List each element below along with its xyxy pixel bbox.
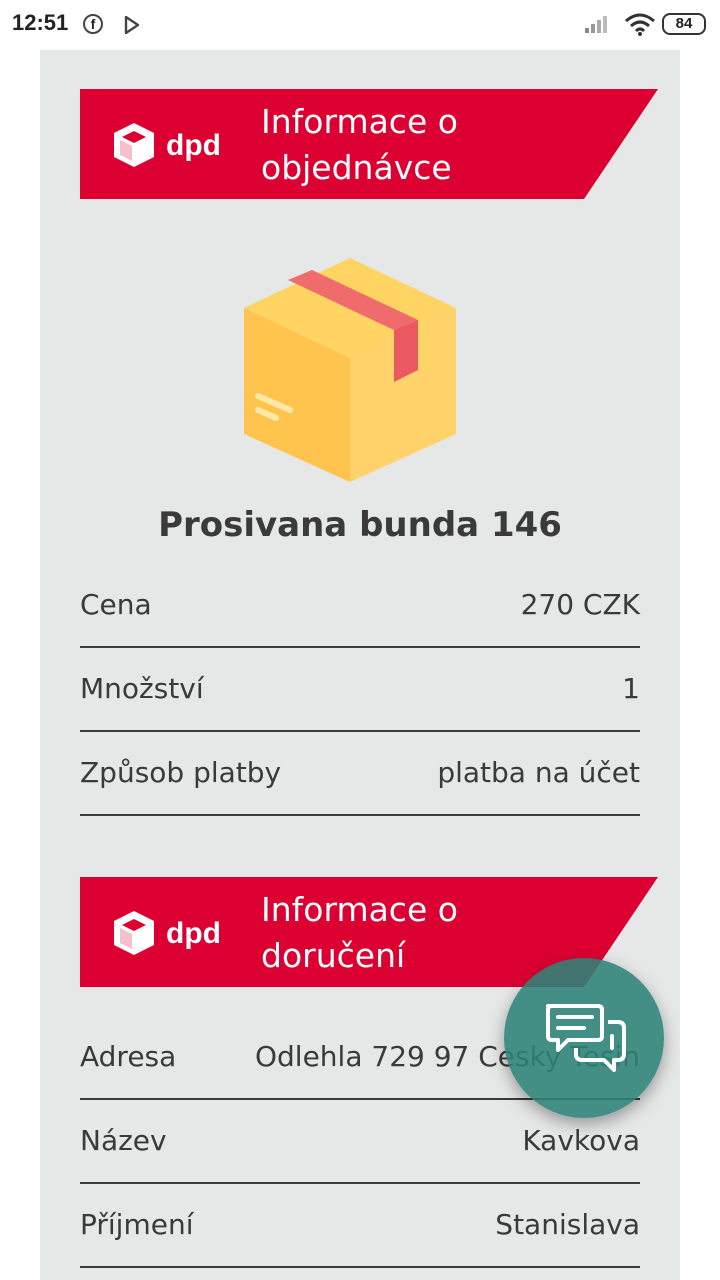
info-row-quantity: Množství 1 (80, 650, 640, 732)
dpd-logo-icon: dpd (114, 911, 221, 955)
row-value: platba na účet (437, 756, 640, 789)
chat-fab-button[interactable] (504, 958, 664, 1118)
wifi-icon (624, 13, 656, 41)
delivery-info-title: Informace o doručení (261, 890, 458, 975)
status-time: 12:51 (12, 10, 69, 35)
row-value: 1 (622, 672, 640, 705)
package-box-icon (244, 258, 456, 482)
signal-icon (584, 14, 612, 38)
row-value: Kavkova (522, 1124, 640, 1157)
row-label: Cena (80, 588, 152, 621)
play-store-icon (124, 15, 140, 38)
dpd-logo-text: dpd (166, 917, 221, 950)
order-info-title: Informace o objednávce (261, 102, 458, 187)
info-row-name: Název Kavkova (80, 1102, 640, 1184)
order-info-banner: dpd Informace o objednávce (80, 89, 658, 199)
info-row-payment-method: Způsob platby platba na účet (80, 734, 640, 816)
row-label: Příjmení (80, 1208, 194, 1241)
info-row-surname: Příjmení Stanislava (80, 1186, 640, 1268)
row-value: Stanislava (495, 1208, 640, 1241)
dpd-logo-icon: dpd (114, 123, 221, 167)
status-bar: 12:51 f 84 (0, 0, 720, 50)
row-label: Způsob platby (80, 756, 282, 789)
dpd-logo-text: dpd (166, 129, 221, 162)
facebook-icon: f (83, 14, 103, 34)
row-value: 270 CZK (520, 588, 640, 621)
product-name: Prosivana bunda 146 (158, 505, 562, 545)
row-label: Adresa (80, 1040, 177, 1073)
battery-indicator: 84 (662, 13, 706, 35)
info-row-price: Cena 270 CZK (80, 566, 640, 648)
chat-bubbles-icon (546, 1004, 626, 1072)
row-label: Název (80, 1124, 167, 1157)
row-label: Množství (80, 672, 204, 705)
